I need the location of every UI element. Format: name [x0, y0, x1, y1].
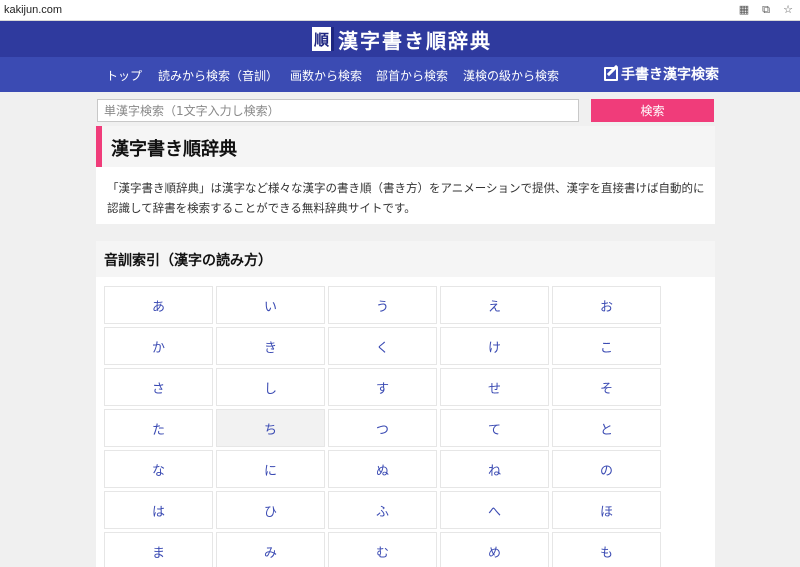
- kana-cell[interactable]: に: [216, 450, 325, 488]
- kana-cell[interactable]: み: [216, 532, 325, 567]
- site-header: 順 漢字書き順辞典: [0, 21, 800, 57]
- search-button[interactable]: 検索: [591, 99, 714, 122]
- intro-card: 漢字書き順辞典 「漢字書き順辞典」は漢字など様々な漢字の書き順（書き方）をアニメ…: [96, 126, 715, 224]
- kana-cell[interactable]: も: [552, 532, 661, 567]
- kana-cell[interactable]: な: [104, 450, 213, 488]
- nav-top[interactable]: トップ: [106, 67, 142, 84]
- kana-cell[interactable]: せ: [440, 368, 549, 406]
- logo-text: 漢字書き順辞典: [338, 28, 492, 53]
- kana-cell[interactable]: そ: [552, 368, 661, 406]
- kana-cell[interactable]: す: [328, 368, 437, 406]
- kanji-search-input[interactable]: [97, 99, 579, 122]
- star-icon[interactable]: ☆: [782, 3, 794, 17]
- nav-handwriting-search[interactable]: 手書き漢字検索: [604, 64, 719, 84]
- kana-cell[interactable]: た: [104, 409, 213, 447]
- kana-cell[interactable]: え: [440, 286, 549, 324]
- kana-cell[interactable]: は: [104, 491, 213, 529]
- intro-header: 漢字書き順辞典: [96, 126, 715, 167]
- site-logo[interactable]: 順 漢字書き順辞典: [312, 24, 492, 54]
- kana-cell[interactable]: こ: [552, 327, 661, 365]
- kana-cell[interactable]: き: [216, 327, 325, 365]
- kana-cell[interactable]: う: [328, 286, 437, 324]
- nav-reading-search[interactable]: 読みから検索（音訓）: [158, 67, 278, 84]
- kana-cell[interactable]: ね: [440, 450, 549, 488]
- translate-icon[interactable]: ⧉: [760, 3, 772, 17]
- nav-stroke-count-search[interactable]: 画数から検索: [290, 67, 362, 84]
- kana-cell[interactable]: む: [328, 532, 437, 567]
- browser-icons: ▦ ⧉ ☆: [738, 3, 794, 17]
- kana-cell[interactable]: へ: [440, 491, 549, 529]
- reading-index-title: 音訓索引（漢字の読み方）: [104, 253, 272, 269]
- kana-cell[interactable]: く: [328, 327, 437, 365]
- kana-cell[interactable]: ぬ: [328, 450, 437, 488]
- kana-cell[interactable]: お: [552, 286, 661, 324]
- logo-brush-icon: 順: [312, 27, 334, 51]
- kana-cell[interactable]: さ: [104, 368, 213, 406]
- main-nav: トップ 読みから検索（音訓） 画数から検索 部首から検索 漢検の級から検索 手書…: [0, 57, 800, 92]
- kana-cell[interactable]: ま: [104, 532, 213, 567]
- kana-cell[interactable]: け: [440, 327, 549, 365]
- reading-index-card: 音訓索引（漢字の読み方） あいうえおかきくけこさしすせそたちつてとなにぬねのはひ…: [96, 241, 715, 567]
- nav-handwriting-label: 手書き漢字検索: [621, 67, 719, 83]
- kana-cell[interactable]: ひ: [216, 491, 325, 529]
- kana-cell[interactable]: ち: [216, 409, 325, 447]
- kana-cell[interactable]: の: [552, 450, 661, 488]
- nav-radical-search[interactable]: 部首から検索: [376, 67, 448, 84]
- url-text[interactable]: kakijun.com: [4, 4, 62, 16]
- kana-cell[interactable]: つ: [328, 409, 437, 447]
- intro-description: 「漢字書き順辞典」は漢字など様々な漢字の書き順（書き方）をアニメーションで提供、…: [107, 181, 705, 215]
- qr-icon[interactable]: ▦: [738, 3, 750, 17]
- reading-index-header: 音訓索引（漢字の読み方）: [96, 241, 715, 277]
- kana-cell[interactable]: し: [216, 368, 325, 406]
- kana-cell[interactable]: ふ: [328, 491, 437, 529]
- kana-cell[interactable]: て: [440, 409, 549, 447]
- edit-icon: [604, 67, 618, 81]
- kana-cell[interactable]: ほ: [552, 491, 661, 529]
- kana-cell[interactable]: い: [216, 286, 325, 324]
- kana-cell[interactable]: あ: [104, 286, 213, 324]
- page-title: 漢字書き順辞典: [111, 139, 237, 160]
- kana-cell[interactable]: と: [552, 409, 661, 447]
- kana-cell[interactable]: か: [104, 327, 213, 365]
- nav-kanken-search[interactable]: 漢検の級から検索: [463, 67, 559, 84]
- kana-grid: あいうえおかきくけこさしすせそたちつてとなにぬねのはひふへほまみむめも: [104, 286, 661, 567]
- browser-address-bar[interactable]: kakijun.com ▦ ⧉ ☆: [0, 0, 800, 21]
- kana-cell[interactable]: め: [440, 532, 549, 567]
